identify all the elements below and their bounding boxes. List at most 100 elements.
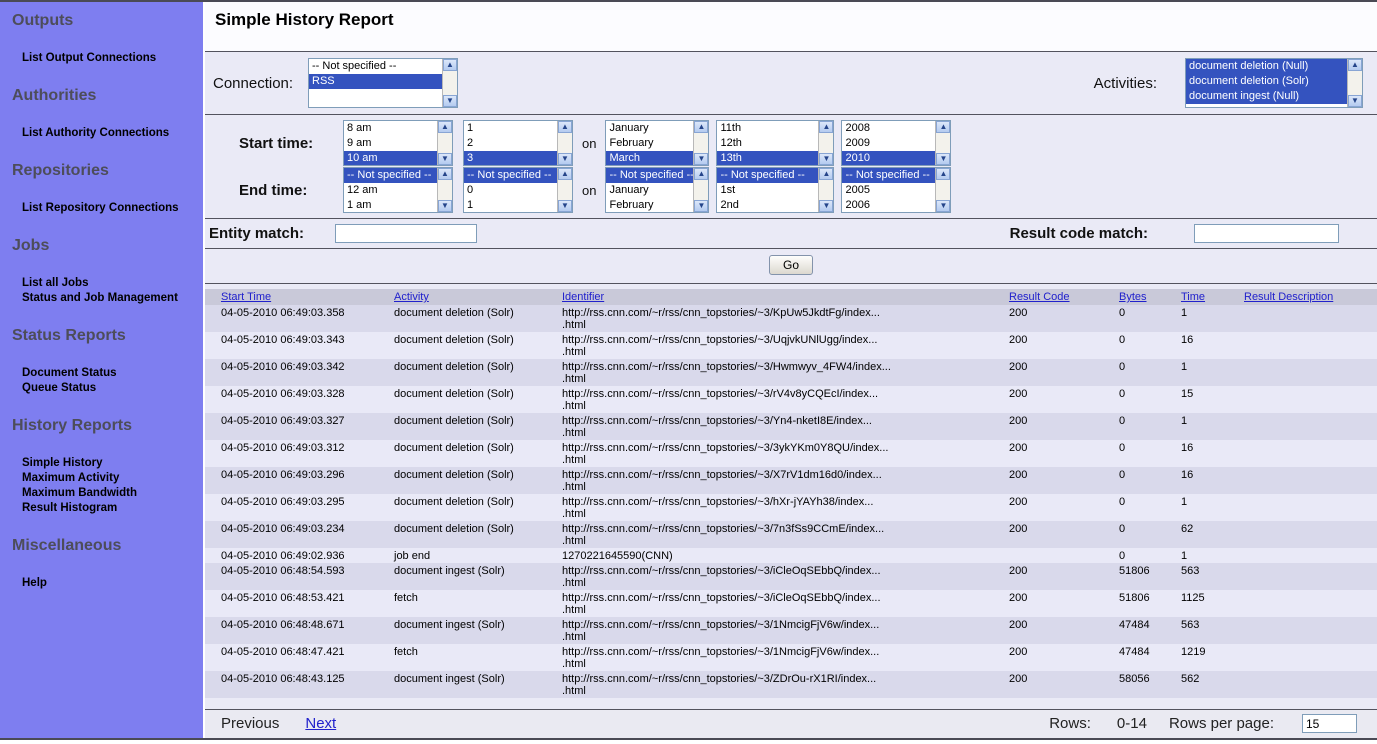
listbox-scrollbar[interactable]: ▲▼ [437,121,452,165]
scroll-track[interactable] [558,180,572,200]
listbox-option-2008[interactable]: 2008 [842,121,935,136]
sidebar-item-list-authority-connections[interactable]: List Authority Connections [22,126,203,141]
listbox-option-not-specified[interactable]: -- Not specified -- [717,168,818,183]
scroll-track[interactable] [819,180,833,200]
sidebar-item-list-output-connections[interactable]: List Output Connections [22,51,203,66]
scroll-down-icon[interactable]: ▼ [694,200,708,212]
listbox-option-13th[interactable]: 13th [717,151,818,165]
listbox-option-not-specified[interactable]: -- Not specified -- [606,168,693,183]
listbox-scrollbar[interactable]: ▲▼ [935,168,950,212]
column-header-activity[interactable]: Activity [394,291,429,303]
listbox-option-document-deletion-solr[interactable]: document deletion (Solr) [1186,74,1347,89]
scroll-down-icon[interactable]: ▼ [438,153,452,165]
scroll-down-icon[interactable]: ▼ [438,200,452,212]
start-day-select[interactable]: 11th12th13th▲▼ [716,120,834,166]
listbox-option-february[interactable]: February [606,198,693,212]
scroll-down-icon[interactable]: ▼ [694,153,708,165]
listbox-option-12th[interactable]: 12th [717,136,818,151]
scroll-track[interactable] [558,133,572,153]
listbox-option-2009[interactable]: 2009 [842,136,935,151]
listbox-option-0[interactable]: 0 [464,183,557,198]
sidebar-item-document-status[interactable]: Document Status [22,366,203,381]
listbox-option-2nd[interactable]: 2nd [717,198,818,212]
sidebar-item-maximum-activity[interactable]: Maximum Activity [22,471,203,486]
listbox-option-2006[interactable]: 2006 [842,198,935,212]
listbox-option-not-specified[interactable]: -- Not specified -- [309,59,442,74]
listbox-scrollbar[interactable]: ▲▼ [818,121,833,165]
scroll-up-icon[interactable]: ▲ [1348,59,1362,71]
scroll-down-icon[interactable]: ▼ [936,200,950,212]
sidebar-item-maximum-bandwidth[interactable]: Maximum Bandwidth [22,486,203,501]
scroll-up-icon[interactable]: ▲ [438,168,452,180]
scroll-up-icon[interactable]: ▲ [819,168,833,180]
sidebar-item-list-repository-connections[interactable]: List Repository Connections [22,201,203,216]
result-code-match-input[interactable] [1194,224,1339,243]
scroll-up-icon[interactable]: ▲ [694,168,708,180]
listbox-option-january[interactable]: January [606,183,693,198]
sidebar-item-status-and-job-management[interactable]: Status and Job Management [22,291,203,306]
scroll-track[interactable] [936,133,950,153]
column-header-time[interactable]: Time [1181,291,1205,303]
listbox-scrollbar[interactable]: ▲▼ [935,121,950,165]
listbox-option-1-am[interactable]: 1 am [344,198,437,212]
listbox-option-february[interactable]: February [606,136,693,151]
listbox-option-1[interactable]: 1 [464,198,557,212]
sidebar-item-result-histogram[interactable]: Result Histogram [22,501,203,516]
scroll-track[interactable] [1348,71,1362,95]
activities-select[interactable]: document deletion (Null)document deletio… [1185,58,1363,108]
scroll-down-icon[interactable]: ▼ [558,200,572,212]
listbox-option-1st[interactable]: 1st [717,183,818,198]
scroll-down-icon[interactable]: ▼ [443,95,457,107]
sidebar-item-list-all-jobs[interactable]: List all Jobs [22,276,203,291]
scroll-track[interactable] [694,180,708,200]
column-header-bytes[interactable]: Bytes [1119,291,1147,303]
scroll-up-icon[interactable]: ▲ [936,121,950,133]
listbox-option-not-specified[interactable]: -- Not specified -- [344,168,437,183]
listbox-option-9-am[interactable]: 9 am [344,136,437,151]
scroll-up-icon[interactable]: ▲ [558,121,572,133]
listbox-option-11th[interactable]: 11th [717,121,818,136]
end-day-select[interactable]: -- Not specified --1st2nd ▲ ▼ [716,167,834,213]
scroll-track[interactable] [438,133,452,153]
scroll-up-icon[interactable]: ▲ [558,168,572,180]
sidebar-item-queue-status[interactable]: Queue Status [22,381,203,396]
listbox-option-10-am[interactable]: 10 am [344,151,437,165]
scroll-up-icon[interactable]: ▲ [443,59,457,71]
scroll-track[interactable] [438,180,452,200]
listbox-scrollbar[interactable]: ▲▼ [693,168,708,212]
listbox-scrollbar[interactable]: ▲▼ [557,168,572,212]
go-button[interactable]: Go [769,255,813,275]
column-header-result-code[interactable]: Result Code [1009,291,1070,303]
listbox-option-not-specified[interactable]: -- Not specified -- [842,168,935,183]
scroll-up-icon[interactable]: ▲ [694,121,708,133]
scroll-up-icon[interactable]: ▲ [936,168,950,180]
listbox-option-3[interactable]: 3 [464,151,557,165]
entity-match-input[interactable] [335,224,477,243]
scroll-down-icon[interactable]: ▼ [819,200,833,212]
start-hour-select[interactable]: 8 am9 am10 am▲▼ [343,120,453,166]
listbox-option-march[interactable]: March [606,151,693,165]
listbox-scrollbar[interactable]: ▲▼ [1347,59,1362,107]
listbox-option-2010[interactable]: 2010 [842,151,935,165]
scroll-down-icon[interactable]: ▼ [558,153,572,165]
sidebar-item-simple-history[interactable]: Simple History [22,456,203,471]
listbox-option-not-specified[interactable]: -- Not specified -- [464,168,557,183]
end-year-select[interactable]: -- Not specified --20052006▲▼ [841,167,951,213]
sidebar-item-help[interactable]: Help [22,576,203,591]
next-page-link[interactable]: Next [305,715,336,732]
rows-per-page-input[interactable] [1302,714,1357,733]
start-month-select[interactable]: JanuaryFebruaryMarch▲▼ [605,120,709,166]
listbox-option-8-am[interactable]: 8 am [344,121,437,136]
scroll-down-icon[interactable]: ▼ [1348,95,1362,107]
scroll-up-icon[interactable]: ▲ [819,121,833,133]
listbox-option-january[interactable]: January [606,121,693,136]
start-year-select[interactable]: 200820092010▲▼ [841,120,951,166]
end-minute-select[interactable]: -- Not specified --01▲▼ [463,167,573,213]
listbox-scrollbar[interactable]: ▲▼ [437,168,452,212]
listbox-scrollbar[interactable]: ▲▼ [693,121,708,165]
end-hour-select[interactable]: -- Not specified --12 am1 am▲▼ [343,167,453,213]
scroll-down-icon[interactable]: ▼ [819,153,833,165]
listbox-scrollbar[interactable]: ▲▼ [557,121,572,165]
listbox-option-2[interactable]: 2 [464,136,557,151]
scroll-track[interactable] [694,133,708,153]
